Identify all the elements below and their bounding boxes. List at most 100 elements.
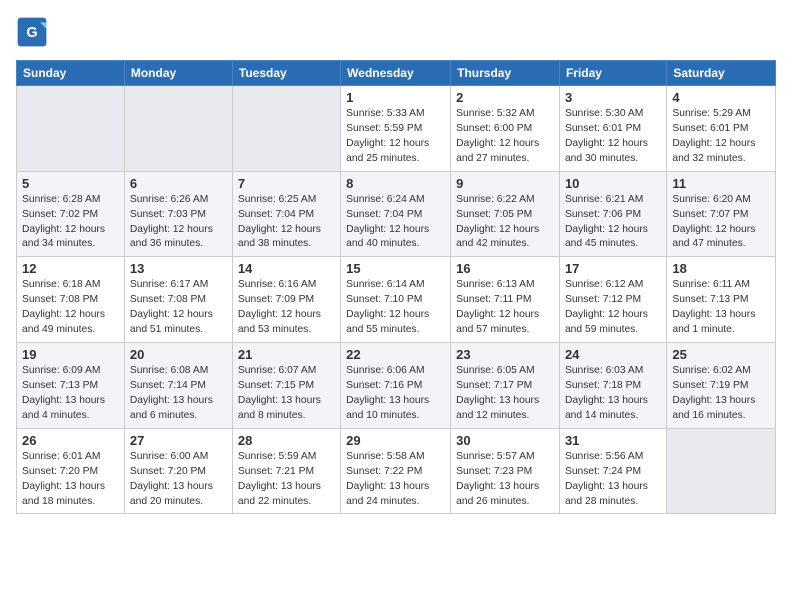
calendar-cell: 10 Sunrise: 6:21 AM Sunset: 7:06 PM Dayli… [559,171,666,257]
calendar-cell: 19 Sunrise: 6:09 AM Sunset: 7:13 PM Dayli… [17,343,125,429]
day-number: 8 [346,176,445,191]
day-number: 11 [672,176,770,191]
day-number: 27 [130,433,227,448]
day-number: 3 [565,90,661,105]
day-number: 7 [238,176,335,191]
day-number: 26 [22,433,119,448]
calendar-cell: 27 Sunrise: 6:00 AM Sunset: 7:20 PM Dayli… [124,428,232,514]
calendar-cell: 20Sunrise: 6:08 AM Sunset: 7:14 PM Dayli… [124,343,232,429]
day-number: 14 [238,261,335,276]
day-number: 28 [238,433,335,448]
day-info: Sunrise: 6:28 AM Sunset: 7:02 PM Dayligh… [22,193,119,253]
day-number: 19 [22,347,119,362]
calendar-cell: 18 Sunrise: 6:11 AM Sunset: 7:13 PM Dayli… [667,257,776,343]
day-info: Sunrise: 6:11 AM Sunset: 7:13 PM Dayligh… [672,278,770,338]
calendar-header-row: SundayMondayTuesdayWednesdayThursdayFrid… [17,61,776,86]
calendar-cell: 21 Sunrise: 6:07 AM Sunset: 7:15 PM Dayli… [232,343,340,429]
calendar-cell: 23 Sunrise: 6:05 AM Sunset: 7:17 PM Dayli… [451,343,560,429]
day-info: Sunrise: 6:03 AM Sunset: 7:18 PM Dayligh… [565,364,661,424]
day-info: Sunrise: 6:25 AM Sunset: 7:04 PM Dayligh… [238,193,335,253]
calendar-cell: 14 Sunrise: 6:16 AM Sunset: 7:09 PM Dayli… [232,257,340,343]
day-number: 24 [565,347,661,362]
day-info: Sunrise: 6:12 AM Sunset: 7:12 PM Dayligh… [565,278,661,338]
day-info: Sunrise: 6:00 AM Sunset: 7:20 PM Dayligh… [130,450,227,510]
calendar-cell: 7 Sunrise: 6:25 AM Sunset: 7:04 PM Daylig… [232,171,340,257]
calendar-week-row: 1Sunrise: 5:33 AM Sunset: 5:59 PM Daylig… [17,86,776,172]
day-number: 15 [346,261,445,276]
logo-icon: G [16,16,48,48]
day-info: Sunrise: 5:57 AM Sunset: 7:23 PM Dayligh… [456,450,554,510]
calendar-table: SundayMondayTuesdayWednesdayThursdayFrid… [16,60,776,514]
day-info: Sunrise: 6:16 AM Sunset: 7:09 PM Dayligh… [238,278,335,338]
calendar-cell: 22 Sunrise: 6:06 AM Sunset: 7:16 PM Dayli… [341,343,451,429]
day-number: 18 [672,261,770,276]
day-info: Sunrise: 6:05 AM Sunset: 7:17 PM Dayligh… [456,364,554,424]
logo: G [16,16,52,48]
day-number: 5 [22,176,119,191]
day-number: 17 [565,261,661,276]
day-info: Sunrise: 5:32 AM Sunset: 6:00 PM Dayligh… [456,107,554,167]
calendar-cell: 4 Sunrise: 5:29 AM Sunset: 6:01 PM Daylig… [667,86,776,172]
day-number: 23 [456,347,554,362]
calendar-cell [667,428,776,514]
day-number: 29 [346,433,445,448]
day-info: Sunrise: 6:24 AM Sunset: 7:04 PM Dayligh… [346,193,445,253]
calendar-cell: 16 Sunrise: 6:13 AM Sunset: 7:11 PM Dayli… [451,257,560,343]
calendar-cell: 28 Sunrise: 5:59 AM Sunset: 7:21 PM Dayli… [232,428,340,514]
day-info: Sunrise: 5:58 AM Sunset: 7:22 PM Dayligh… [346,450,445,510]
calendar-cell: 11 Sunrise: 6:20 AM Sunset: 7:07 PM Dayli… [667,171,776,257]
calendar-cell: 9 Sunrise: 6:22 AM Sunset: 7:05 PM Daylig… [451,171,560,257]
calendar-cell: 5 Sunrise: 6:28 AM Sunset: 7:02 PM Daylig… [17,171,125,257]
day-info: Sunrise: 6:26 AM Sunset: 7:03 PM Dayligh… [130,193,227,253]
day-info: Sunrise: 5:30 AM Sunset: 6:01 PM Dayligh… [565,107,661,167]
calendar-cell: 15 Sunrise: 6:14 AM Sunset: 7:10 PM Dayli… [341,257,451,343]
day-number: 6 [130,176,227,191]
day-info: Sunrise: 5:33 AM Sunset: 5:59 PM Dayligh… [346,107,445,167]
day-info: Sunrise: 6:06 AM Sunset: 7:16 PM Dayligh… [346,364,445,424]
calendar-cell: 24 Sunrise: 6:03 AM Sunset: 7:18 PM Dayli… [559,343,666,429]
calendar-cell: 6 Sunrise: 6:26 AM Sunset: 7:03 PM Daylig… [124,171,232,257]
calendar-cell: 12Sunrise: 6:18 AM Sunset: 7:08 PM Dayli… [17,257,125,343]
day-number: 21 [238,347,335,362]
day-number: 20 [130,347,227,362]
day-number: 10 [565,176,661,191]
day-info: Sunrise: 5:59 AM Sunset: 7:21 PM Dayligh… [238,450,335,510]
calendar-cell: 17 Sunrise: 6:12 AM Sunset: 7:12 PM Dayli… [559,257,666,343]
day-info: Sunrise: 5:29 AM Sunset: 6:01 PM Dayligh… [672,107,770,167]
day-number: 25 [672,347,770,362]
calendar-cell: 25 Sunrise: 6:02 AM Sunset: 7:19 PM Dayli… [667,343,776,429]
calendar-cell [232,86,340,172]
day-header-saturday: Saturday [667,61,776,86]
day-info: Sunrise: 6:13 AM Sunset: 7:11 PM Dayligh… [456,278,554,338]
day-info: Sunrise: 6:09 AM Sunset: 7:13 PM Dayligh… [22,364,119,424]
calendar-week-row: 19 Sunrise: 6:09 AM Sunset: 7:13 PM Dayli… [17,343,776,429]
day-header-monday: Monday [124,61,232,86]
calendar-week-row: 26Sunrise: 6:01 AM Sunset: 7:20 PM Dayli… [17,428,776,514]
day-info: Sunrise: 6:22 AM Sunset: 7:05 PM Dayligh… [456,193,554,253]
day-info: Sunrise: 6:20 AM Sunset: 7:07 PM Dayligh… [672,193,770,253]
day-info: Sunrise: 6:17 AM Sunset: 7:08 PM Dayligh… [130,278,227,338]
calendar-cell [124,86,232,172]
day-number: 9 [456,176,554,191]
day-number: 2 [456,90,554,105]
day-info: Sunrise: 6:02 AM Sunset: 7:19 PM Dayligh… [672,364,770,424]
day-number: 4 [672,90,770,105]
day-number: 31 [565,433,661,448]
day-number: 22 [346,347,445,362]
day-header-thursday: Thursday [451,61,560,86]
day-info: Sunrise: 6:14 AM Sunset: 7:10 PM Dayligh… [346,278,445,338]
day-info: Sunrise: 6:07 AM Sunset: 7:15 PM Dayligh… [238,364,335,424]
calendar-week-row: 5 Sunrise: 6:28 AM Sunset: 7:02 PM Daylig… [17,171,776,257]
calendar-cell: 1Sunrise: 5:33 AM Sunset: 5:59 PM Daylig… [341,86,451,172]
svg-text:G: G [26,25,37,41]
calendar-cell: 26Sunrise: 6:01 AM Sunset: 7:20 PM Dayli… [17,428,125,514]
day-info: Sunrise: 6:21 AM Sunset: 7:06 PM Dayligh… [565,193,661,253]
calendar-cell: 31Sunrise: 5:56 AM Sunset: 7:24 PM Dayli… [559,428,666,514]
calendar-cell: 30Sunrise: 5:57 AM Sunset: 7:23 PM Dayli… [451,428,560,514]
calendar-cell: 3 Sunrise: 5:30 AM Sunset: 6:01 PM Daylig… [559,86,666,172]
calendar-week-row: 12Sunrise: 6:18 AM Sunset: 7:08 PM Dayli… [17,257,776,343]
day-number: 16 [456,261,554,276]
calendar-cell: 13Sunrise: 6:17 AM Sunset: 7:08 PM Dayli… [124,257,232,343]
calendar-cell [17,86,125,172]
day-header-friday: Friday [559,61,666,86]
